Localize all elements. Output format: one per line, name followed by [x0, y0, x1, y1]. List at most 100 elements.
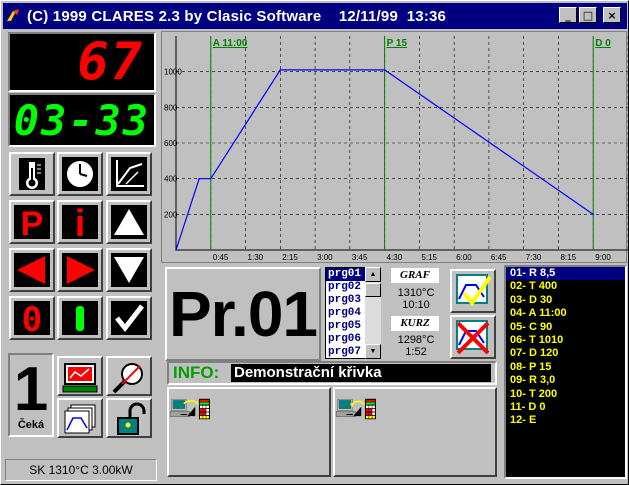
program-list-item[interactable]: prg04 [326, 307, 366, 320]
x-tick-label: 5:15 [421, 253, 437, 262]
stacked-graphs-icon [64, 404, 96, 434]
x-tick-label: 9:00 [595, 253, 611, 262]
x-tick-label: 6:45 [491, 253, 507, 262]
reject-program-button[interactable] [450, 315, 496, 359]
receive-from-controller-button[interactable] [333, 387, 497, 477]
program-step-item[interactable]: 11- D 0 [506, 401, 625, 414]
p-label: P [21, 205, 44, 242]
scroll-thumb[interactable] [365, 283, 381, 297]
temperature-display: 67 [8, 32, 156, 92]
title-bar: (C) 1999 CLARES 2.3 by Clasic Software 1… [3, 3, 627, 29]
curve-point [209, 177, 212, 180]
curve-point [592, 213, 595, 216]
program-list-item[interactable]: prg06 [326, 333, 366, 346]
i-letter-icon: i [62, 203, 98, 245]
arrow-up-icon [111, 205, 147, 239]
program-actions [450, 269, 496, 359]
program-step-item[interactable]: 12- E [506, 414, 625, 427]
graf-temp: 1310°C [397, 287, 435, 299]
program-list-item[interactable]: prg05 [326, 320, 366, 333]
program-step-item[interactable]: 07- D 120 [506, 347, 625, 360]
info-i-button[interactable]: i [57, 200, 103, 245]
clock-icon [62, 157, 98, 191]
thermometer-button[interactable] [9, 152, 55, 196]
event-marker-label: P 15 [387, 38, 408, 49]
scroll-down-button[interactable]: ▼ [365, 344, 381, 359]
clock-button[interactable] [57, 152, 103, 196]
graphs-button[interactable] [57, 398, 103, 438]
info-row: INFO: Demonstrační křivka [167, 361, 497, 385]
minimize-button[interactable]: _ [559, 7, 577, 23]
time-value: 03-33 [13, 95, 151, 145]
send-to-controller-button[interactable] [167, 387, 331, 477]
graph-cross-icon [456, 320, 490, 355]
monitor-button[interactable] [57, 356, 103, 396]
confirm-button[interactable] [106, 296, 152, 340]
temperature-value: 67 [77, 32, 144, 92]
window-title: (C) 1999 CLARES 2.3 by Clasic Software 1… [27, 7, 447, 25]
kurz-label: KURZ [391, 316, 439, 331]
chart-canvas: 20040060080010000:45 1:30 2:15 3:00 3:45 4:30… [164, 36, 629, 262]
lock-button[interactable] [106, 398, 152, 438]
app-icon[interactable] [5, 7, 23, 25]
status-text: SK 1310°C 3.00kW [29, 463, 133, 477]
magnifier-icon [112, 363, 143, 394]
x-tick-label: 3:45 [352, 253, 368, 262]
graf-time: 10:10 [402, 299, 430, 311]
program-step-item[interactable]: 08- P 15 [506, 361, 625, 374]
maximize-button[interactable]: □ [579, 7, 597, 23]
up-arrow-button[interactable] [106, 200, 152, 244]
program-list-item[interactable]: prg01 [326, 268, 366, 281]
search-button[interactable] [106, 356, 152, 396]
program-list-item[interactable]: prg02 [326, 281, 366, 294]
main-window: (C) 1999 CLARES 2.3 by Clasic Software 1… [0, 0, 629, 485]
right-arrow-button[interactable] [57, 248, 103, 292]
program-name-panel: Pr.01 [165, 267, 321, 361]
program-step-item[interactable]: 01- R 8,5 [506, 267, 625, 281]
curve-point [383, 69, 386, 71]
left-arrow-button[interactable] [9, 248, 55, 292]
firing-curve-chart: 200 400 600 800 1000 0:45 1:30 2:15 3:00 3:45 4:30… [161, 31, 629, 263]
program-step-item[interactable]: 05- C 90 [506, 321, 625, 334]
program-p-button[interactable]: P [9, 200, 55, 244]
p-letter-icon: P [14, 205, 50, 243]
on-one-button[interactable] [57, 296, 103, 340]
kurz-temp: 1298°C [397, 334, 435, 346]
graf-label: GRAF [391, 268, 439, 283]
graph-setup-button[interactable] [106, 152, 152, 196]
graph-axes-icon [111, 157, 147, 191]
computer-to-controller-icon [169, 398, 210, 420]
y-tick-label: 1000 [164, 68, 182, 77]
program-step-item[interactable]: 09- R 3,0 [506, 374, 625, 387]
close-button[interactable]: × [603, 7, 621, 23]
station-state: Čeká [10, 419, 52, 431]
program-step-item[interactable]: 02- T 400 [506, 280, 625, 293]
x-tick-label: 2:15 [282, 253, 298, 262]
program-list-item[interactable]: prg03 [326, 294, 366, 307]
curve-point [175, 249, 177, 251]
event-marker-label: A 11:00 [213, 38, 248, 49]
program-step-item[interactable]: 04- A 11:00 [506, 307, 625, 320]
program-step-item[interactable]: 03- D 30 [506, 294, 625, 307]
arrow-right-icon [62, 253, 98, 287]
curve-point [198, 177, 200, 180]
program-steps-list[interactable]: 01- R 8,5 02- T 400 03- D 30 04- A 11:00 05-… [504, 265, 627, 479]
x-tick-label: 4:30 [387, 253, 403, 262]
program-step-item[interactable]: 10- T 200 [506, 388, 625, 401]
program-step-item[interactable]: 06- T 1010 [506, 334, 625, 347]
info-value: Demonstrační křivka [231, 364, 491, 382]
down-arrow-button[interactable] [106, 248, 152, 292]
program-list-scrollbar[interactable]: ▲ ▼ [365, 267, 382, 359]
x-tick-label: 0:45 [213, 253, 229, 262]
arrow-down-icon [111, 253, 147, 287]
graph-check-icon [456, 274, 492, 307]
accept-program-button[interactable] [450, 269, 496, 313]
off-zero-button[interactable]: 0 [9, 296, 55, 340]
i-label: i [75, 203, 86, 242]
x-tick-label: 6:00 [456, 253, 472, 262]
kurz-time: 1:52 [405, 346, 427, 358]
station-panel: 1 Čeká [8, 353, 54, 437]
scroll-up-button[interactable]: ▲ [365, 267, 381, 282]
x-tick-label: 1:30 [248, 253, 264, 262]
program-list-item[interactable]: prg07 [326, 346, 366, 359]
